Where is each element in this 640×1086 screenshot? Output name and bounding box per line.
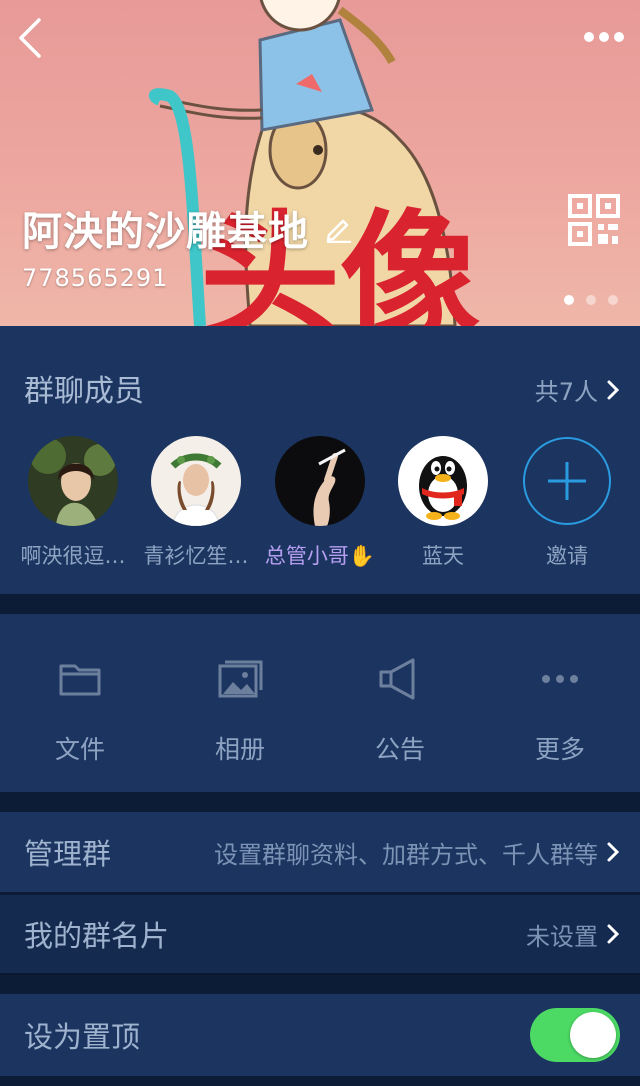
megaphone-icon <box>379 658 415 700</box>
avatar-girl-icon <box>28 436 118 526</box>
member-item[interactable]: 啊泱很逗… <box>11 436 135 576</box>
announcement-button[interactable]: 公告 <box>320 654 480 774</box>
back-button[interactable] <box>10 14 50 62</box>
more-dots-icon <box>542 675 578 683</box>
functions-section: 文件 相册 公告 更多 <box>0 614 640 792</box>
album-label: 相册 <box>214 735 265 764</box>
pin-to-top-toggle[interactable] <box>530 1008 620 1062</box>
member-item[interactable]: 青衫忆笙… <box>134 436 258 576</box>
pin-to-top-label: 设为置顶 <box>24 1020 141 1054</box>
group-card-label: 我的群名片 <box>24 919 170 953</box>
chevron-left-icon <box>19 18 41 58</box>
avatar-girl-wreath-icon <box>151 436 241 526</box>
chevron-right-icon <box>607 380 620 399</box>
announcement-label: 公告 <box>374 735 425 764</box>
carousel-dot <box>586 295 596 305</box>
manage-group-row[interactable]: 管理群 设置群聊资料、加群方式、千人群等 <box>0 812 640 892</box>
files-label: 文件 <box>54 735 105 764</box>
edit-pencil-icon[interactable] <box>323 213 353 243</box>
chevron-right-icon <box>607 924 620 944</box>
member-item[interactable]: 蓝天 <box>381 436 505 576</box>
album-icon <box>218 660 263 698</box>
more-label: 更多 <box>534 735 585 764</box>
chevron-right-icon <box>607 842 620 862</box>
ellipsis-icon <box>584 32 624 42</box>
hand-emoji-icon: ✋ <box>348 544 376 568</box>
member-name: 啊泱很逗… <box>20 544 126 568</box>
group-card-value: 未设置 <box>526 917 620 952</box>
more-button[interactable] <box>582 22 626 52</box>
more-functions-button[interactable]: 更多 <box>480 654 640 774</box>
carousel-indicator <box>564 295 618 305</box>
group-name: 阿泱的沙雕基地 <box>22 209 309 255</box>
group-id: 778565291 <box>22 264 169 292</box>
qq-penguin-icon <box>398 436 488 526</box>
invite-label: 邀请 <box>546 544 588 568</box>
members-title: 群聊成员 <box>24 374 144 409</box>
toggle-knob <box>570 1012 616 1058</box>
folder-icon <box>59 664 101 696</box>
member-count-label: 共7人 <box>534 378 598 406</box>
group-title-row: 阿泱的沙雕基地 <box>22 200 353 256</box>
pin-to-top-row: 设为置顶 <box>0 994 640 1076</box>
album-button[interactable]: 相册 <box>160 654 320 774</box>
group-banner: 头像 阿泱的沙雕基地 778565291 <box>0 0 640 326</box>
member-name: 蓝天 <box>422 544 464 568</box>
carousel-dot <box>564 295 574 305</box>
member-name: 青衫忆笙… <box>143 544 249 568</box>
carousel-dot <box>608 295 618 305</box>
files-button[interactable]: 文件 <box>0 654 160 774</box>
member-item[interactable]: 总管小哥✋ <box>258 436 382 576</box>
plus-icon <box>523 437 611 525</box>
member-name-admin: 总管小哥✋ <box>264 544 376 568</box>
group-card-row[interactable]: 我的群名片 未设置 <box>0 895 640 975</box>
manage-group-label: 管理群 <box>24 837 112 871</box>
avatar-hand-cigarette-icon <box>275 436 365 526</box>
invite-button[interactable]: 邀请 <box>505 436 629 576</box>
members-section: 群聊成员 共7人 啊泱很逗… 青衫忆笙… 总管小哥✋ 蓝天 邀请 <box>0 326 640 594</box>
qr-code-icon[interactable] <box>568 194 620 246</box>
member-list: 啊泱很逗… 青衫忆笙… 总管小哥✋ 蓝天 邀请 <box>0 436 640 576</box>
manage-group-value: 设置群聊资料、加群方式、千人群等 <box>214 835 620 870</box>
member-count-link[interactable]: 共7人 <box>535 372 620 407</box>
